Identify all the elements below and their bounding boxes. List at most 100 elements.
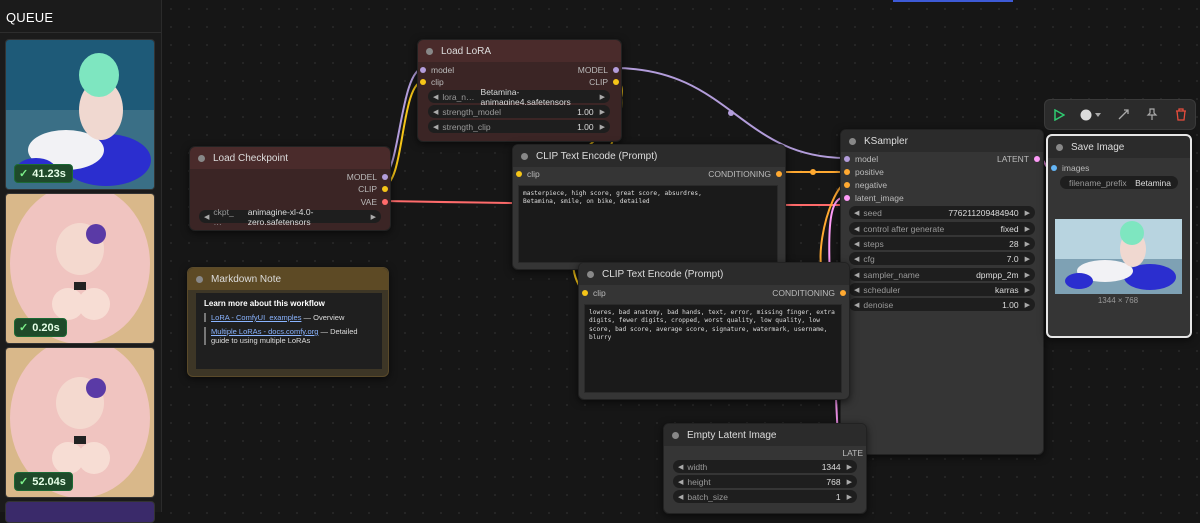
ksampler-node[interactable]: KSampler model positive negative latent_… (840, 129, 1044, 455)
output-slot-vae[interactable]: VAE (361, 197, 388, 207)
arrow-right-icon[interactable]: ▶ (600, 108, 605, 116)
node-collapse-dot[interactable] (672, 431, 679, 439)
arrow-left-icon[interactable]: ◀ (854, 240, 859, 248)
slot-dot[interactable] (582, 290, 588, 296)
arrow-right-icon[interactable]: ▶ (600, 123, 605, 131)
node-collapse-dot[interactable] (1056, 143, 1063, 151)
arrow-left-icon[interactable]: ◀ (854, 255, 859, 263)
node-collapse-dot[interactable] (849, 137, 856, 145)
steps-widget[interactable]: ◀ steps 28 ▶ (849, 237, 1035, 250)
slot-dot[interactable] (420, 79, 426, 85)
seed-widget[interactable]: ◀ seed 776211209484940 ▶ (849, 206, 1035, 219)
delete-icon[interactable] (1170, 104, 1192, 126)
height-widget[interactable]: ◀ height 768 ▶ (673, 475, 857, 488)
cfg-widget[interactable]: ◀ cfg 7.0 ▶ (849, 252, 1035, 265)
input-slot-negative[interactable]: negative (844, 180, 887, 190)
slot-dot[interactable] (382, 174, 388, 180)
node-header[interactable]: KSampler (841, 130, 1043, 152)
lora-name-widget[interactable]: ◀ lora_n… Betamina-animagine4.safetensors ▶ (428, 87, 610, 107)
output-image-preview[interactable] (1055, 219, 1182, 294)
arrow-left-icon[interactable]: ◀ (433, 123, 438, 131)
arrow-left-icon[interactable]: ◀ (854, 286, 859, 294)
arrow-left-icon[interactable]: ◀ (854, 225, 859, 233)
slot-dot[interactable] (844, 182, 850, 188)
arrow-right-icon[interactable]: ▶ (1025, 286, 1030, 294)
slot-dot[interactable] (844, 169, 850, 175)
prompt-textarea[interactable]: masterpiece, high score, great score, ab… (518, 185, 778, 263)
output-slot-clip[interactable]: CLIP (358, 184, 388, 194)
input-slot-clip[interactable]: clip (516, 169, 540, 179)
slot-dot[interactable] (382, 199, 388, 205)
multiple-loras-link[interactable]: Multiple LoRAs - docs.comfy.org (211, 327, 318, 336)
output-slot-clip[interactable]: CLIP (589, 77, 619, 87)
pin-icon[interactable] (1141, 104, 1163, 126)
circle-dropdown-icon[interactable] (1077, 104, 1107, 126)
output-slot-conditioning[interactable]: CONDITIONING (772, 288, 846, 298)
arrow-right-icon[interactable]: ▶ (1025, 271, 1030, 279)
load-checkpoint-node[interactable]: Load Checkpoint MODEL CLIP VAE ◀ ckpt_ … a… (189, 146, 391, 231)
filename-prefix-widget[interactable]: filename_prefix Betamina (1060, 176, 1178, 189)
play-icon[interactable] (1048, 104, 1070, 126)
node-collapse-dot[interactable] (521, 152, 528, 160)
empty-latent-image-node[interactable]: Empty Latent Image LATE ◀ width 1344 ▶ ◀ hei… (663, 423, 867, 514)
arrow-left-icon[interactable]: ◀ (854, 271, 859, 279)
node-collapse-dot[interactable] (587, 270, 594, 278)
bypass-icon[interactable] (1113, 104, 1135, 126)
output-slot-model[interactable]: MODEL (578, 65, 619, 75)
queue-item-3[interactable]: ✓ 52.04s (5, 347, 155, 498)
strength-clip-widget[interactable]: ◀ strength_clip 1.00 ▶ (428, 120, 610, 133)
arrow-right-icon[interactable]: ▶ (1025, 240, 1030, 248)
arrow-right-icon[interactable]: ▶ (1025, 225, 1030, 233)
input-slot-latent-image[interactable]: latent_image (844, 193, 904, 203)
arrow-left-icon[interactable]: ◀ (678, 478, 683, 486)
slot-dot[interactable] (420, 67, 426, 73)
slot-dot[interactable] (840, 290, 846, 296)
input-slot-model[interactable]: model (844, 154, 878, 164)
control-after-generate-widget[interactable]: ◀ control after generate fixed ▶ (849, 222, 1035, 235)
lora-examples-link[interactable]: LoRA - ComfyUI_examples (211, 313, 301, 322)
output-slot-model[interactable]: MODEL (347, 172, 388, 182)
clip-text-encode-negative-node[interactable]: CLIP Text Encode (Prompt) clip CONDITION… (578, 262, 850, 400)
sampler-name-widget[interactable]: ◀ sampler_name dpmpp_2m ▶ (849, 268, 1035, 281)
denoise-widget[interactable]: ◀ denoise 1.00 ▶ (849, 298, 1035, 311)
strength-model-widget[interactable]: ◀ strength_model 1.00 ▶ (428, 105, 610, 118)
arrow-right-icon[interactable]: ▶ (600, 93, 605, 101)
slot-dot[interactable] (1051, 165, 1057, 171)
node-collapse-dot[interactable] (196, 275, 203, 283)
width-widget[interactable]: ◀ width 1344 ▶ (673, 460, 857, 473)
slot-dot[interactable] (844, 156, 850, 162)
arrow-left-icon[interactable]: ◀ (204, 213, 209, 221)
arrow-right-icon[interactable]: ▶ (847, 493, 852, 501)
node-header[interactable]: CLIP Text Encode (Prompt) (513, 145, 785, 167)
arrow-right-icon[interactable]: ▶ (847, 478, 852, 486)
clip-text-encode-positive-node[interactable]: CLIP Text Encode (Prompt) clip CONDITION… (512, 144, 786, 270)
slot-dot[interactable] (1034, 156, 1040, 162)
arrow-left-icon[interactable]: ◀ (678, 493, 683, 501)
queue-item-2[interactable]: ✓ 0.20s (5, 193, 155, 344)
input-slot-model[interactable]: model (420, 65, 454, 75)
prompt-textarea[interactable]: lowres, bad anatomy, bad hands, text, er… (584, 304, 842, 393)
output-slot-latent[interactable]: LATENT (997, 154, 1040, 164)
output-slot-conditioning[interactable]: CONDITIONING (708, 169, 782, 179)
batch-size-widget[interactable]: ◀ batch_size 1 ▶ (673, 490, 857, 503)
load-lora-node[interactable]: Load LoRA model clip MODEL CLIP ◀ lora_n…… (417, 39, 622, 142)
node-header[interactable]: Load LoRA (418, 40, 621, 62)
arrow-right-icon[interactable]: ▶ (1025, 255, 1030, 263)
slot-dot[interactable] (613, 67, 619, 73)
input-slot-clip[interactable]: clip (420, 77, 444, 87)
arrow-right-icon[interactable]: ▶ (847, 463, 852, 471)
arrow-left-icon[interactable]: ◀ (854, 209, 859, 217)
slot-dot[interactable] (382, 186, 388, 192)
input-slot-images[interactable]: images (1051, 163, 1089, 173)
arrow-right-icon[interactable]: ▶ (1025, 301, 1030, 309)
slot-dot[interactable] (776, 171, 782, 177)
ckpt-name-widget[interactable]: ◀ ckpt_ … animagine-xl-4.0-zero.safetensor… (199, 207, 381, 227)
node-header[interactable]: Load Checkpoint (190, 147, 390, 169)
input-slot-positive[interactable]: positive (844, 167, 884, 177)
arrow-right-icon[interactable]: ▶ (371, 213, 376, 221)
arrow-left-icon[interactable]: ◀ (433, 93, 438, 101)
scheduler-widget[interactable]: ◀ scheduler karras ▶ (849, 283, 1035, 296)
output-slot-latent[interactable]: LATE (842, 448, 863, 458)
node-header[interactable]: Save Image (1048, 136, 1190, 158)
arrow-left-icon[interactable]: ◀ (854, 301, 859, 309)
